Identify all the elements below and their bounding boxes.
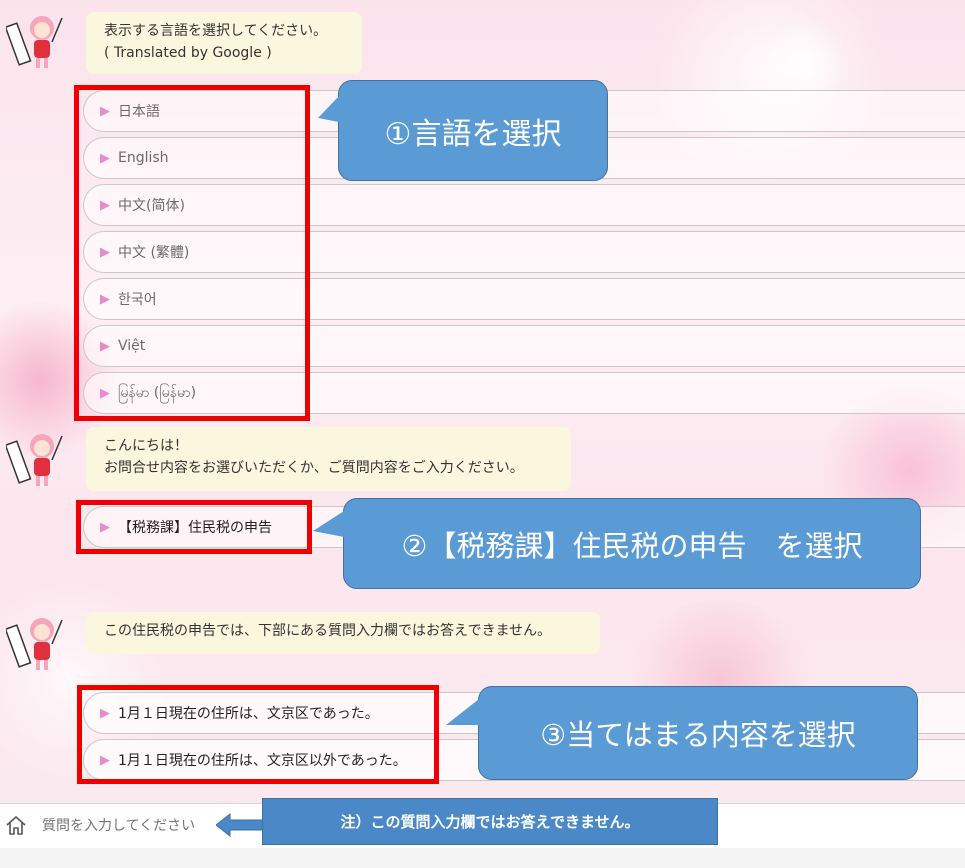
callout-text: ①言語を選択 — [384, 116, 562, 152]
bottom-strip — [0, 848, 965, 868]
callout-text: ②【税務課】住民税の申告 を選択 — [401, 528, 863, 563]
highlight-box — [76, 500, 312, 554]
bot-message: 表示する言語を選択してください。 ( Translated by Google … — [86, 12, 362, 74]
callout-pointer — [313, 511, 344, 537]
callout-text: ③当てはまる内容を選択 — [540, 718, 856, 752]
instruction-callout: ①言語を選択 — [318, 80, 608, 181]
message-line: ( Translated by Google ) — [104, 45, 272, 61]
mascot-avatar — [4, 10, 68, 72]
message-line: この住民税の申告では、下部にある質問入力欄ではお答えできません。 — [104, 623, 552, 639]
mascot-avatar — [4, 612, 68, 674]
instruction-callout: ②【税務課】住民税の申告 を選択 — [313, 498, 921, 589]
highlight-box — [74, 85, 310, 421]
message-line: 表示する言語を選択してください。 — [104, 23, 328, 39]
callout-pointer — [446, 699, 479, 725]
message-line: お問合せ内容をお選びいただくか、ご質問内容をご入力ください。 — [104, 460, 524, 476]
bot-message: この住民税の申告では、下部にある質問入力欄ではお答えできません。 — [86, 612, 600, 654]
mascot-avatar — [4, 428, 68, 490]
highlight-box — [77, 685, 439, 784]
instruction-callout: ③当てはまる内容を選択 — [446, 686, 918, 780]
message-line: こんにちは！ — [104, 438, 188, 454]
callout-pointer — [318, 96, 339, 122]
note-callout: 注）この質問入力欄ではお答えできません。 — [262, 798, 718, 845]
bot-message: こんにちは！ お問合せ内容をお選びいただくか、ご質問内容をご入力ください。 — [86, 427, 571, 491]
home-icon[interactable] — [5, 814, 27, 836]
callout-text: 注）この質問入力欄ではお答えできません。 — [340, 813, 640, 831]
note-arrow — [215, 812, 267, 838]
